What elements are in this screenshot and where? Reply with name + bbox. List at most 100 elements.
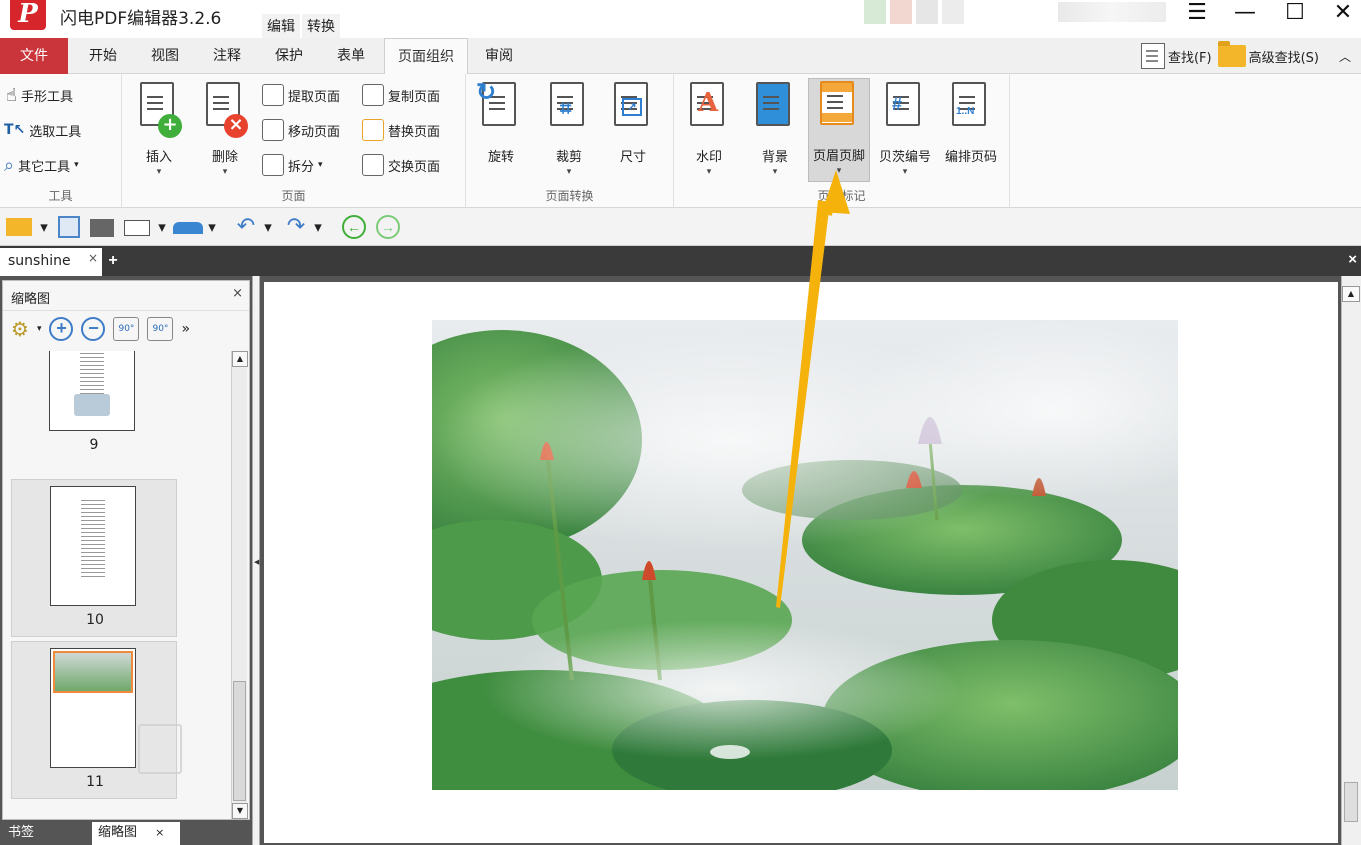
bookmarks-label: 书签 <box>8 825 35 840</box>
email-icon[interactable] <box>122 216 152 238</box>
scroll-down-icon[interactable]: ▼ <box>232 803 248 819</box>
gear-icon[interactable]: ⚙ <box>11 317 29 341</box>
workspace: 缩略图 × ⚙ ▾ + − 90° 90° » 9 10 11 ▲ ▼ 书签 缩… <box>0 276 1361 845</box>
tab-view[interactable]: 视图 <box>138 38 192 74</box>
close-all-icon[interactable]: × <box>1348 251 1357 268</box>
menu-edit[interactable]: 编辑 <box>262 14 300 38</box>
hand-tool-button[interactable]: ☝ 手形工具 <box>6 82 73 108</box>
tab-bookmarks[interactable]: 书签 × <box>2 822 92 845</box>
bates-number-button[interactable]: # 贝茨编号 ▾ <box>874 80 936 180</box>
insert-label: 插入 <box>145 150 172 165</box>
close-panel-icon[interactable]: × <box>232 286 243 301</box>
find-button[interactable]: 查找(F) <box>1140 43 1212 69</box>
chevron-down-icon: ▾ <box>156 167 162 177</box>
lotus-photo <box>432 320 1178 790</box>
close-tab-icon[interactable]: × <box>155 826 164 839</box>
advanced-find-label: 高级查找(S) <box>1248 50 1319 66</box>
close-tab-icon[interactable]: × <box>88 245 98 271</box>
document-tab-strip: sunshine × + × <box>0 246 1361 276</box>
chevron-down-icon[interactable]: ▾ <box>262 216 274 238</box>
rotate-ccw-icon[interactable]: 90° <box>113 317 140 341</box>
size-label: 尺寸 <box>619 150 646 165</box>
find-label: 查找(F) <box>1167 50 1212 66</box>
tab-review[interactable]: 审阅 <box>472 38 526 74</box>
move-page-button[interactable]: 移动页面 <box>262 117 340 143</box>
document-scrollbar[interactable]: ▲ <box>1341 276 1361 845</box>
chevron-down-icon: ▾ <box>74 160 79 170</box>
app-logo: P <box>10 0 46 30</box>
rotate-cw-icon[interactable]: 90° <box>147 317 174 341</box>
watermark-label: 水印 <box>695 150 722 165</box>
crop-button[interactable]: ⌗ 裁剪 ▾ <box>538 80 600 180</box>
zoom-out-icon[interactable]: − <box>81 317 106 341</box>
add-tab-icon[interactable]: + <box>105 253 121 269</box>
scroll-up-icon[interactable]: ▲ <box>1342 286 1360 302</box>
scrollbar-thumb[interactable] <box>233 681 246 801</box>
size-button[interactable]: ↗ 尺寸 <box>602 80 664 180</box>
menu-icon[interactable]: ☰ <box>1180 0 1214 28</box>
tab-thumbnails[interactable]: 缩略图 × <box>92 822 180 845</box>
more-icon[interactable]: » <box>181 321 190 337</box>
tab-protect[interactable]: 保护 <box>262 38 316 74</box>
save-icon[interactable] <box>56 216 82 238</box>
panel-splitter[interactable]: ◀ <box>252 276 260 845</box>
thumbnail-page-11[interactable]: 11 <box>11 641 182 799</box>
chevron-down-icon: ▾ <box>706 167 712 177</box>
chevron-down-icon[interactable]: ▾ <box>156 216 168 238</box>
zoom-in-icon[interactable]: + <box>49 317 74 341</box>
move-page-icon <box>262 119 284 141</box>
open-folder-icon[interactable] <box>4 216 34 238</box>
select-tool-button[interactable]: T↖ 选取工具 <box>4 117 81 143</box>
thumbnail-page-9[interactable]: 9 <box>11 351 177 469</box>
print-icon[interactable] <box>88 216 116 238</box>
move-page-label: 移动页面 <box>288 124 341 140</box>
magnifier-icon: ⌕ <box>4 154 15 176</box>
scanner-icon[interactable] <box>172 216 204 238</box>
header-footer-button[interactable]: 页眉页脚 ▾ <box>808 78 870 182</box>
extract-page-button[interactable]: 提取页面 <box>262 82 340 108</box>
tab-page-organize[interactable]: 页面组织 <box>384 38 468 75</box>
tab-file[interactable]: 文件 <box>0 38 68 74</box>
copy-page-label: 复制页面 <box>388 89 441 105</box>
watermark-button[interactable]: A 水印 ▾ <box>678 80 740 180</box>
forward-icon[interactable]: → <box>376 215 400 239</box>
advanced-find-button[interactable]: 高级查找(S) <box>1217 41 1319 67</box>
scrollbar-thumb[interactable] <box>1344 782 1358 822</box>
undo-icon[interactable]: ↶ <box>232 216 260 238</box>
thumbnail-scrollbar[interactable]: ▲ ▼ <box>231 351 248 819</box>
background-button[interactable]: 背景 ▾ <box>744 80 806 180</box>
header-footer-icon <box>814 79 864 141</box>
close-button[interactable]: ✕ <box>1326 0 1360 28</box>
thumbnail-page-number: 10 <box>86 612 104 628</box>
back-icon[interactable]: ← <box>342 215 366 239</box>
replace-page-button[interactable]: 替换页面 <box>362 117 440 143</box>
tab-comment[interactable]: 注释 <box>200 38 254 74</box>
chevron-down-icon[interactable]: ▾ <box>312 216 324 238</box>
thumbnail-image <box>50 486 136 606</box>
rotate-button[interactable]: ↻ 旋转 <box>470 79 532 180</box>
tab-home[interactable]: 开始 <box>76 38 130 74</box>
document-tab[interactable]: sunshine × <box>0 248 102 276</box>
rotate-label: 旋转 <box>487 150 514 165</box>
delete-page-button[interactable]: × 删除 ▾ <box>194 80 256 180</box>
other-tools-button[interactable]: ⌕ 其它工具 ▾ <box>4 152 79 178</box>
menu-convert[interactable]: 转换 <box>302 14 340 38</box>
redo-icon[interactable]: ↷ <box>282 216 310 238</box>
split-button[interactable]: 拆分 ▾ <box>262 152 323 178</box>
page-numbering-button[interactable]: 1..N 编排页码 <box>940 80 1002 180</box>
copy-page-button[interactable]: 复制页面 <box>362 82 440 108</box>
swap-page-button[interactable]: 交换页面 <box>362 152 440 178</box>
ribbon: ☝ 手形工具 T↖ 选取工具 ⌕ 其它工具 ▾ 工具 + 插入 ▾ × 删除 ▾… <box>0 74 1361 208</box>
collapse-ribbon-icon[interactable]: ︿ <box>1339 48 1351 65</box>
thumbnail-page-10[interactable]: 10 <box>11 479 177 637</box>
maximize-button[interactable]: ☐ <box>1278 0 1312 28</box>
group-tools-label: 工具 <box>48 189 73 203</box>
scroll-up-icon[interactable]: ▲ <box>232 351 248 367</box>
collapse-panel-icon[interactable]: ◀ <box>254 558 259 566</box>
minimize-button[interactable]: — <box>1228 0 1262 28</box>
insert-page-button[interactable]: + 插入 ▾ <box>128 80 190 180</box>
chevron-down-icon[interactable]: ▾ <box>37 324 42 334</box>
chevron-down-icon[interactable]: ▾ <box>38 216 50 238</box>
chevron-down-icon[interactable]: ▾ <box>206 216 218 238</box>
tab-form[interactable]: 表单 <box>324 38 378 74</box>
